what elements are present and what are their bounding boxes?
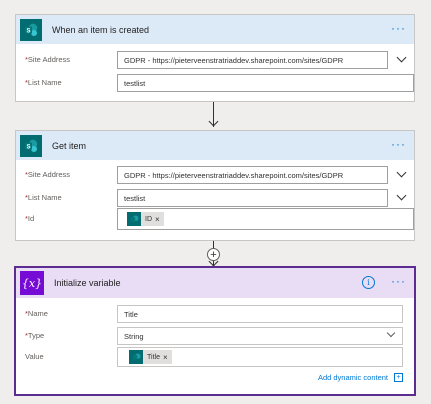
variable-value-field: Value Title × xyxy=(16,347,414,367)
svg-text:S: S xyxy=(26,28,30,34)
trigger-card-header[interactable]: S When an item is created ··· xyxy=(16,15,414,44)
variable-type-select[interactable]: String xyxy=(117,327,403,345)
list-name-field: *List Name testlist xyxy=(16,74,414,145)
dynamic-token-id[interactable]: ID × xyxy=(127,212,164,226)
list-name-field: *List Name testlist xyxy=(16,189,414,207)
initialize-variable-title: Initialize variable xyxy=(54,278,121,288)
sharepoint-icon xyxy=(127,212,141,226)
list-name-label: *List Name xyxy=(25,193,62,202)
chevron-down-icon xyxy=(396,190,407,201)
sharepoint-icon: S xyxy=(20,18,42,41)
variable-value-label: Value xyxy=(25,352,44,361)
get-item-card-header[interactable]: S Get item ··· xyxy=(16,131,414,160)
site-address-label: *Site Address xyxy=(25,170,71,179)
token-label: ID xyxy=(145,215,152,223)
more-options-icon[interactable]: ··· xyxy=(391,138,406,150)
site-address-input[interactable]: GDPR - https://pieterveenstratriaddev.sh… xyxy=(117,166,388,184)
site-address-dropdown-button[interactable] xyxy=(387,51,414,69)
info-icon[interactable]: i xyxy=(362,276,375,289)
id-field: *Id ID × xyxy=(16,208,414,230)
dynamic-token-title[interactable]: Title × xyxy=(129,350,172,364)
variable-name-label: *Name xyxy=(25,309,48,318)
site-address-field: *Site Address GDPR - https://pieterveens… xyxy=(16,51,414,69)
plus-icon[interactable]: + xyxy=(394,373,403,382)
variable-name-input[interactable]: Title xyxy=(117,305,403,323)
chevron-down-icon xyxy=(396,52,407,63)
svg-text:S: S xyxy=(26,144,30,150)
list-name-dropdown-button[interactable] xyxy=(387,189,414,207)
sharepoint-icon xyxy=(129,350,143,364)
list-name-label: *List Name xyxy=(25,78,62,87)
sharepoint-icon: S xyxy=(20,134,42,157)
site-address-field: *Site Address GDPR - https://pieterveens… xyxy=(16,166,414,184)
more-options-icon[interactable]: ··· xyxy=(391,22,406,34)
trigger-title: When an item is created xyxy=(52,24,150,35)
site-address-label: *Site Address xyxy=(25,55,71,64)
close-icon[interactable]: × xyxy=(155,215,164,224)
close-icon[interactable]: × xyxy=(163,353,172,362)
variable-icon: {x} xyxy=(20,271,44,295)
token-label: Title xyxy=(147,353,160,361)
site-address-input[interactable]: GDPR - https://pieterveenstratriaddev.sh… xyxy=(117,51,388,69)
get-item-title: Get item xyxy=(52,140,87,151)
variable-name-field: *Name Title xyxy=(16,305,414,323)
variable-type-label: *Type xyxy=(25,331,45,340)
variable-value-input[interactable]: Title × xyxy=(117,347,403,367)
add-dynamic-content-link[interactable]: Add dynamic content xyxy=(318,373,388,382)
trigger-card[interactable]: S When an item is created ··· *Site Addr… xyxy=(15,14,415,145)
get-item-card[interactable]: S Get item ··· *Site Address GDPR - http… xyxy=(15,130,415,241)
site-address-dropdown-button[interactable] xyxy=(387,166,414,184)
arrow-down-icon xyxy=(208,116,219,127)
chevron-down-icon xyxy=(396,167,407,178)
id-input[interactable]: ID × xyxy=(117,208,414,230)
list-name-input[interactable]: testlist xyxy=(117,189,388,207)
id-label: *Id xyxy=(25,214,35,223)
initialize-variable-header[interactable]: {x} Initialize variable i ··· xyxy=(16,268,414,298)
list-name-input[interactable]: testlist xyxy=(117,74,414,92)
initialize-variable-card[interactable]: {x} Initialize variable i ··· *Name Titl… xyxy=(14,266,416,396)
more-options-icon[interactable]: ··· xyxy=(391,275,406,287)
variable-type-field: *Type String xyxy=(16,327,414,345)
